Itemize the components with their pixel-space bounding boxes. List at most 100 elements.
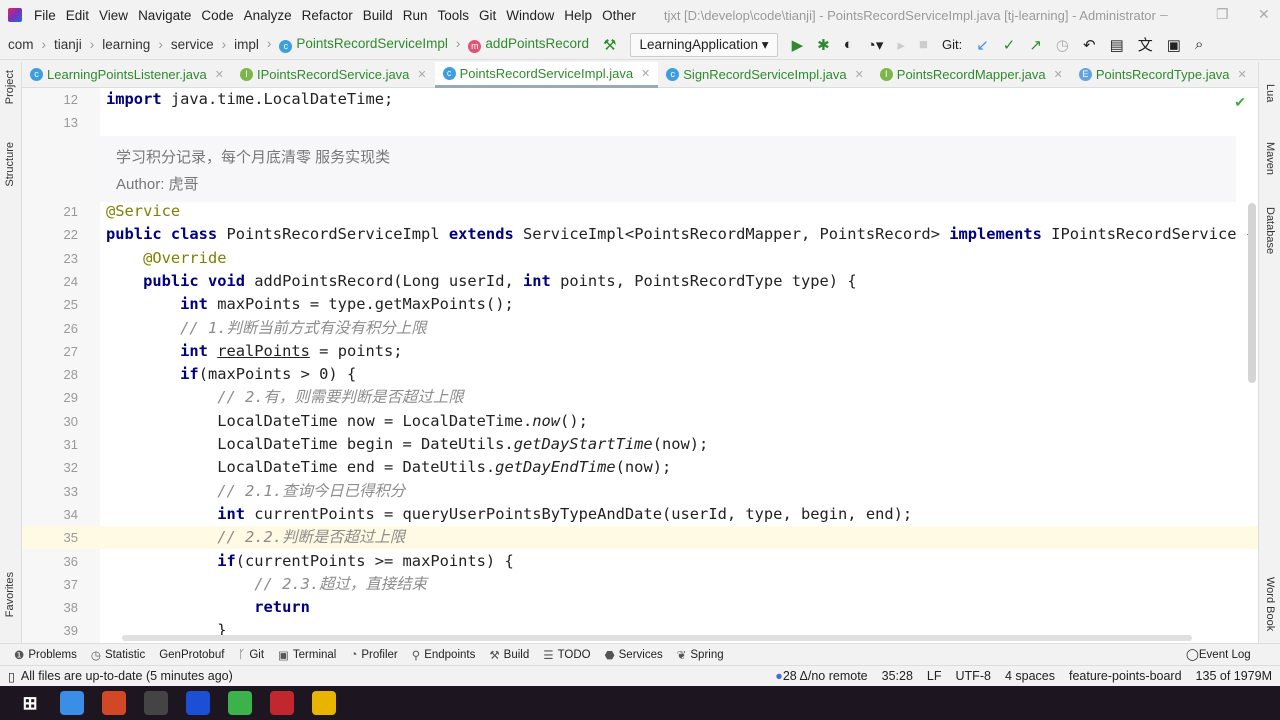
close-tab-icon[interactable]: ✕ xyxy=(641,67,650,80)
taskbar-terminal-icon[interactable] xyxy=(144,691,168,715)
run-configuration-select[interactable]: LearningApplication ▾ xyxy=(630,32,778,57)
run-icon[interactable]: ▶ xyxy=(792,36,804,54)
taskbar-hbuilder-icon[interactable] xyxy=(228,691,252,715)
code-line[interactable]: 12 import java.time.LocalDateTime; xyxy=(64,88,1258,111)
taskbar-chrome-icon[interactable] xyxy=(312,691,336,715)
code-line[interactable]: 38 return xyxy=(64,596,1258,619)
tool-window-git[interactable]: ᚴ Git xyxy=(238,649,264,661)
translate-icon[interactable]: 文 xyxy=(1138,34,1153,55)
code-line[interactable]: 23 @Override xyxy=(64,247,1258,270)
menu-analyze[interactable]: Analyze xyxy=(244,8,292,23)
code-line[interactable]: 30 LocalDateTime now = LocalDateTime.now… xyxy=(64,410,1258,433)
tool-window-genprotobuf[interactable]: GenProtobuf xyxy=(159,649,224,661)
tool-window-todo[interactable]: ☰ TODO xyxy=(543,648,590,662)
breadcrumb-item[interactable]: tianji xyxy=(42,37,82,52)
tool-window-build[interactable]: ⚒ Build xyxy=(489,648,529,662)
indent-setting[interactable]: 4 spaces xyxy=(1005,669,1055,683)
minimize-button[interactable]: – xyxy=(1160,6,1168,22)
tool-favorites[interactable]: Favorites xyxy=(4,572,16,617)
code-line[interactable]: 33 // 2.1.查询今日已得积分 xyxy=(64,480,1258,503)
breadcrumb-class[interactable]: cPointsRecordServiceImpl xyxy=(267,36,448,53)
tool-word-book[interactable]: Word Book xyxy=(1264,577,1276,631)
code-line[interactable]: 34 int currentPoints = queryUserPointsBy… xyxy=(64,503,1258,526)
horizontal-scrollbar[interactable] xyxy=(122,635,1192,641)
breadcrumb-item[interactable]: service xyxy=(158,37,214,52)
project-structure-icon[interactable]: ▤ xyxy=(1110,36,1124,54)
git-push-icon[interactable]: ↗ xyxy=(1029,36,1042,54)
code-line[interactable]: 27 int realPoints = points; xyxy=(64,340,1258,363)
code-line[interactable]: 26 // 1.判断当前方式有没有积分上限 xyxy=(64,317,1258,340)
menu-help[interactable]: Help xyxy=(564,8,592,23)
editor-tab[interactable]: c SignRecordServiceImpl.java ✕ xyxy=(658,62,872,88)
tool-window-profiler[interactable]: ◔ Profiler xyxy=(350,649,397,661)
tool-lua[interactable]: Lua xyxy=(1264,84,1276,102)
code-line[interactable]: 36 if(currentPoints >= maxPoints) { xyxy=(64,550,1258,573)
menu-file[interactable]: File xyxy=(34,8,56,23)
search-icon[interactable]: ⌕ xyxy=(1195,36,1203,53)
editor-tab[interactable]: c PointsRecordServiceImpl.java ✕ xyxy=(434,61,659,88)
rollback-icon[interactable]: ↶ xyxy=(1083,36,1096,54)
menu-tools[interactable]: Tools xyxy=(438,8,470,23)
menu-view[interactable]: View xyxy=(99,8,128,23)
profile-icon[interactable]: ◔▾ xyxy=(867,36,884,54)
breadcrumb-item[interactable]: com xyxy=(8,37,34,52)
tool-project[interactable]: Project xyxy=(4,70,16,104)
taskbar-powerpoint-icon[interactable] xyxy=(102,691,126,715)
menu-navigate[interactable]: Navigate xyxy=(138,8,191,23)
line-separator[interactable]: LF xyxy=(927,669,942,683)
event-log-button[interactable]: ◯Event Log xyxy=(1186,647,1251,661)
code-line[interactable]: 21 @Service xyxy=(64,200,1258,223)
tool-window-endpoints[interactable]: ⚲ Endpoints xyxy=(412,648,476,662)
code-line[interactable]: 22 public class PointsRecordServiceImpl e… xyxy=(64,223,1258,246)
close-tab-icon[interactable]: ✕ xyxy=(855,68,864,81)
menu-window[interactable]: Window xyxy=(506,8,554,23)
menu-other[interactable]: Other xyxy=(602,8,636,23)
vertical-scrollbar[interactable] xyxy=(1248,203,1256,383)
menu-refactor[interactable]: Refactor xyxy=(302,8,353,23)
close-tab-icon[interactable]: ✕ xyxy=(1054,68,1063,81)
taskbar-start-icon[interactable]: ⊞ xyxy=(18,691,42,715)
close-tab-icon[interactable]: ✕ xyxy=(1238,68,1247,81)
close-tab-icon[interactable]: ✕ xyxy=(417,68,426,81)
tool-window-problems[interactable]: ❶ Problems xyxy=(14,648,77,662)
code-line[interactable]: 28 if(maxPoints > 0) { xyxy=(64,363,1258,386)
tool-database[interactable]: Database xyxy=(1264,207,1276,254)
menu-git[interactable]: Git xyxy=(479,8,496,23)
git-history-icon[interactable]: ◷ xyxy=(1056,36,1069,54)
tool-window-terminal[interactable]: ▣ Terminal xyxy=(278,648,336,662)
code-line[interactable]: 37 // 2.3.超过，直接结束 xyxy=(64,573,1258,596)
git-branch[interactable]: feature-points-board xyxy=(1069,669,1182,683)
taskbar-explorer-icon[interactable] xyxy=(60,691,84,715)
debug-icon[interactable]: ✱ xyxy=(817,36,830,54)
caret-position[interactable]: 35:28 xyxy=(882,669,913,683)
menu-build[interactable]: Build xyxy=(363,8,393,23)
editor-tab[interactable]: I IPointsRecordService.java ✕ xyxy=(232,62,435,88)
code-line[interactable]: 25 int maxPoints = type.getMaxPoints(); xyxy=(64,293,1258,316)
taskbar-intellij-idea-icon[interactable] xyxy=(186,691,210,715)
tool-window-services[interactable]: ⬣ Services xyxy=(605,648,663,662)
close-tab-icon[interactable]: ✕ xyxy=(215,68,224,81)
code-line[interactable]: 32 LocalDateTime end = DateUtils.getDayE… xyxy=(64,456,1258,479)
stop-icon[interactable]: ■ xyxy=(919,36,928,53)
code-editor[interactable]: 学习积分记录，每个月底清零 服务实现类 Author: 虎哥 12 import … xyxy=(22,88,1258,643)
menu-run[interactable]: Run xyxy=(403,8,428,23)
editor-tab[interactable]: I PointsRecordMapper.java ✕ xyxy=(872,62,1071,88)
tool-structure[interactable]: Structure xyxy=(4,142,16,187)
git-commit-icon[interactable]: ✓ xyxy=(1003,36,1016,54)
breadcrumb-method[interactable]: maddPointsRecord xyxy=(456,36,589,53)
resume-icon[interactable]: ▸ xyxy=(897,36,905,54)
code-line[interactable]: 13 xyxy=(64,111,1258,134)
menu-edit[interactable]: Edit xyxy=(66,8,89,23)
code-line[interactable]: 35 // 2.2.判断是否超过上限 xyxy=(22,526,1258,550)
memory-indicator[interactable]: 135 of 1979M xyxy=(1196,669,1272,683)
presentation-icon[interactable]: ▣ xyxy=(1167,36,1181,54)
taskbar-redis-icon[interactable] xyxy=(270,691,294,715)
editor-tab[interactable]: c LearningPointsListener.java ✕ xyxy=(22,62,232,88)
tool-maven[interactable]: Maven xyxy=(1264,142,1276,175)
code-line[interactable]: 29 // 2.有，则需要判断是否超过上限 xyxy=(64,386,1258,409)
tool-window-statistic[interactable]: ◷ Statistic xyxy=(91,648,145,662)
code-line[interactable]: 31 LocalDateTime begin = DateUtils.getDa… xyxy=(64,433,1258,456)
breadcrumb-item[interactable]: impl xyxy=(222,37,259,52)
file-encoding[interactable]: UTF-8 xyxy=(956,669,991,683)
menu-code[interactable]: Code xyxy=(201,8,233,23)
